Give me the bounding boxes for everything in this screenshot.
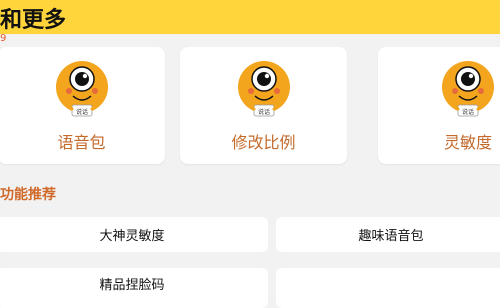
page-title: 和更多 [0,8,67,33]
section-title: 功能推荐 [0,187,56,203]
header-subtext: 9 [0,33,7,44]
mascot-badge-text: 说话 [257,108,269,116]
card-modify-ratio[interactable]: 说话 修改比例 [180,47,347,164]
card-label: 灵敏度 [443,133,492,152]
button-label: 趣味语音包 [358,229,424,244]
mascot-icon: 说话 [55,61,108,117]
recommend-button[interactable]: 趣味语音包 [276,217,500,252]
card-label: 修改比例 [231,133,296,152]
card-voice-pack[interactable]: 说话 语音包 [0,47,165,164]
recommend-button[interactable]: 精品捏脸码 [0,268,268,308]
top-app-bar: 和更多 [0,0,500,34]
mascot-badge-text: 说话 [462,108,474,116]
button-label: 精品捏脸码 [99,278,165,293]
torn-edge-decoration [360,278,500,300]
mascot-badge-text: 说话 [75,108,87,116]
card-label: 语音包 [57,133,106,152]
recommend-button[interactable]: 大神灵敏度 [0,217,268,252]
mascot-icon: 说话 [442,61,494,117]
mascot-icon: 说话 [237,61,290,117]
button-label: 大神灵敏度 [99,229,165,244]
card-sensitivity[interactable]: 说话 灵敏度 [378,47,500,164]
